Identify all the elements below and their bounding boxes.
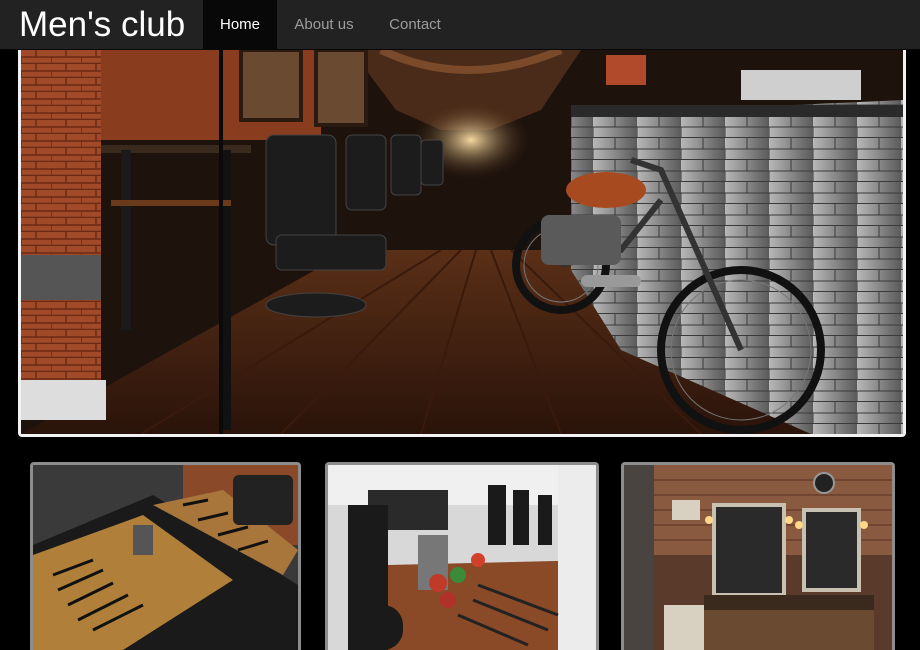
nav-item-contact[interactable]: Contact <box>371 0 459 50</box>
gallery-thumbnail-interior[interactable] <box>621 462 895 650</box>
gallery-thumbnail-products[interactable] <box>325 462 599 650</box>
main-nav: Home About us Contact <box>203 0 459 50</box>
hero-photo-barbershop <box>21 50 903 434</box>
gallery-photo-barber-tools <box>33 465 298 650</box>
top-navbar: Men's club Home About us Contact <box>0 0 920 50</box>
nav-item-home[interactable]: Home <box>203 0 277 50</box>
gallery-photo-loft-interior <box>624 465 892 650</box>
gallery-thumbnail-tools[interactable] <box>30 462 301 650</box>
gallery-photo-grooming-products <box>328 465 596 650</box>
brand-logo-text[interactable]: Men's club <box>0 0 203 50</box>
hero-image <box>18 50 906 437</box>
nav-item-about-us[interactable]: About us <box>277 0 371 50</box>
